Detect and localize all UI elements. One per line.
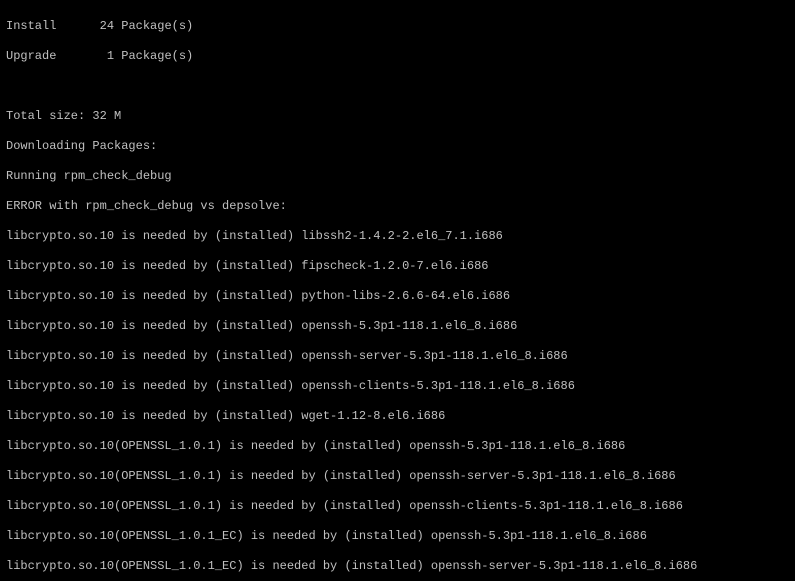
dep-line: libcrypto.so.10(OPENSSL_1.0.1_EC) is nee… <box>6 559 789 574</box>
upgrade-line: Upgrade 1 Package(s) <box>6 49 789 64</box>
error-header: ERROR with rpm_check_debug vs depsolve: <box>6 199 789 214</box>
dep-line: libcrypto.so.10 is needed by (installed)… <box>6 229 789 244</box>
dep-line: libcrypto.so.10(OPENSSL_1.0.1) is needed… <box>6 499 789 514</box>
blank-line <box>6 79 789 94</box>
dep-line: libcrypto.so.10 is needed by (installed)… <box>6 319 789 334</box>
dep-line: libcrypto.so.10 is needed by (installed)… <box>6 379 789 394</box>
total-size: Total size: 32 M <box>6 109 789 124</box>
running-check: Running rpm_check_debug <box>6 169 789 184</box>
dep-line: libcrypto.so.10 is needed by (installed)… <box>6 289 789 304</box>
dep-line: libcrypto.so.10 is needed by (installed)… <box>6 259 789 274</box>
dep-line: libcrypto.so.10 is needed by (installed)… <box>6 349 789 364</box>
dep-line: libcrypto.so.10(OPENSSL_1.0.1) is needed… <box>6 469 789 484</box>
install-line: Install 24 Package(s) <box>6 19 789 34</box>
downloading-packages: Downloading Packages: <box>6 139 789 154</box>
terminal-output[interactable]: Install 24 Package(s) Upgrade 1 Package(… <box>0 0 795 581</box>
dep-line: libcrypto.so.10(OPENSSL_1.0.1_EC) is nee… <box>6 529 789 544</box>
dep-line: libcrypto.so.10(OPENSSL_1.0.1) is needed… <box>6 439 789 454</box>
dep-line: libcrypto.so.10 is needed by (installed)… <box>6 409 789 424</box>
